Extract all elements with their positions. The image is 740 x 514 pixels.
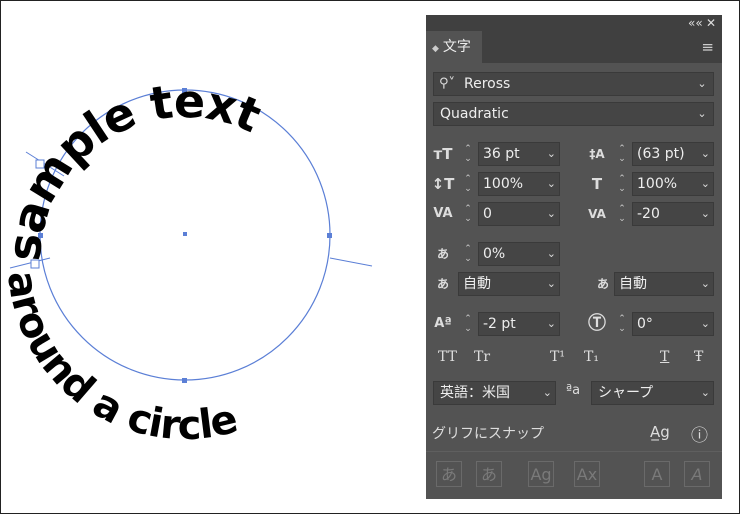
aki-left-icon: あ [436,277,449,291]
chevron-down-icon: ⌄ [697,107,707,120]
aki-left-value: 自動 [463,276,491,292]
anchor-point-bottom[interactable] [182,378,187,383]
chevron-down-icon: ⌄ [546,317,556,330]
glyph-snap-label: グリフにスナップ [432,426,544,442]
close-icon[interactable]: ✕ [706,15,716,31]
rotation-icon: Ⓣ [588,313,606,334]
aki-right-icon: あ [596,277,609,291]
horizontal-scale-stepper[interactable]: ⌃ ⌄ [616,172,628,196]
leading-stepper[interactable]: ⌃ ⌄ [616,142,628,166]
leading-value: (63 pt) [637,146,685,162]
snap-anchor-point-button[interactable]: A [684,461,710,487]
horizontal-scale-field[interactable]: 100% ⌄ [632,172,714,196]
baseline-shift-stepper[interactable]: ⌃ ⌄ [462,312,474,336]
anchor-point-right[interactable] [327,233,332,238]
tab-character[interactable]: ◆ 文字 [426,31,482,63]
font-size-stepper[interactable]: ⌃ ⌄ [462,142,474,166]
kerning-stepper[interactable]: ⌃ ⌄ [462,202,474,226]
aki-right-select[interactable]: 自動 ⌄ [614,272,714,296]
underline-button[interactable]: T [660,347,669,367]
info-icon[interactable]: ⓘ [691,421,708,446]
small-caps-button[interactable]: Tr [474,347,490,367]
subscript-button[interactable]: T₁ [584,347,599,367]
font-family-select[interactable]: ⚲˅ Reross ⌄ [433,72,714,96]
tracking-icon: VA [588,207,606,221]
baseline-shift-value: -2 pt [483,316,516,332]
character-panel: «« ✕ ◆ 文字 ≡ ⚲˅ Reross ⌄ Quadratic ⌄ ᴛT ⌃ ⌄… [426,15,722,499]
vertical-scale-stepper[interactable]: ⌃ ⌄ [462,172,474,196]
chevron-down-icon: ⌄ [700,277,710,290]
chevron-down-icon: ⌄ [697,77,707,90]
antialias-icon: ªa [566,383,581,398]
tsume-value: 0% [483,246,506,262]
snap-angular-guides-button[interactable]: A [644,461,670,487]
collapse-icon[interactable]: «« [688,15,703,31]
divider [426,451,722,452]
font-size-value: 36 pt [483,146,520,162]
tracking-field[interactable]: -20 ⌄ [632,202,714,226]
glyph-snap-settings-icon[interactable]: A̲g [650,423,670,441]
language-select[interactable]: 英語：米国 ⌄ [433,381,556,405]
tracking-stepper[interactable]: ⌃ ⌄ [616,202,628,226]
font-style-value: Quadratic [440,106,509,122]
baseline-shift-field[interactable]: -2 pt ⌄ [478,312,560,336]
leading-field[interactable]: (63 pt) ⌄ [632,142,714,166]
chevron-down-icon: ⌄ [700,177,710,190]
kerning-field[interactable]: 0 ⌄ [478,202,560,226]
tab-arrows-icon: ◆ [432,44,439,54]
chevron-down-icon: ⌄ [546,147,556,160]
tracking-value: -20 [637,206,660,222]
rotation-field[interactable]: 0° ⌄ [632,312,714,336]
rotation-value: 0° [637,316,653,332]
kerning-icon: VA [433,206,453,221]
leading-icon: ‡A [589,147,605,161]
artboard: sample text around a circle [0,74,373,449]
horizontal-scale-icon: T [591,175,603,193]
aki-right-value: 自動 [619,276,647,292]
vertical-scale-value: 100% [483,176,524,192]
snap-xheight-button[interactable]: あ [476,461,502,487]
strikethrough-button[interactable]: Ŧ [694,347,703,367]
chevron-down-icon: ⌄ [700,147,710,160]
rotation-stepper[interactable]: ⌃ ⌄ [616,312,628,336]
all-caps-button[interactable]: TT [438,347,457,367]
tsume-icon: あ [436,247,449,261]
chevron-down-icon: ⌄ [546,177,556,190]
chevron-down-icon: ⌄ [546,207,556,220]
text-on-path-bottom[interactable]: around a circle [0,268,242,449]
path-bracket-right[interactable] [329,257,373,267]
antialias-value: シャープ [598,385,654,401]
vertical-scale-field[interactable]: 100% ⌄ [478,172,560,196]
vertical-scale-icon: ↕T [431,175,455,193]
chevron-down-icon: ⌄ [546,277,556,290]
chevron-down-icon: ⌄ [546,247,556,260]
panel-menu-icon[interactable]: ≡ [701,38,714,56]
snap-baseline-button[interactable]: あ [436,461,462,487]
language-value: 英語：米国 [440,385,510,401]
chevron-down-icon: ⌄ [542,386,552,399]
tab-label: 文字 [442,39,471,55]
font-family-value: Reross [464,76,511,92]
font-size-field[interactable]: 36 pt ⌄ [478,142,560,166]
chevron-down-icon: ⌄ [700,317,710,330]
search-icon: ⚲˅ [439,76,456,91]
superscript-button[interactable]: T¹ [550,347,565,367]
font-style-select[interactable]: Quadratic ⌄ [433,102,714,126]
snap-glyph-bounds-button[interactable]: Ag [528,461,554,487]
tsume-stepper[interactable]: ⌃ ⌄ [462,242,474,266]
text-on-path-top[interactable]: sample text [0,74,269,263]
kerning-value: 0 [483,206,492,222]
horizontal-scale-value: 100% [637,176,678,192]
chevron-down-icon: ⌄ [700,207,710,220]
baseline-shift-icon: Aª [434,316,452,331]
snap-proximity-guides-button[interactable]: Ax [574,461,600,487]
antialias-select[interactable]: シャープ ⌄ [591,381,714,405]
panel-tab-row: ◆ 文字 ≡ [426,31,722,63]
center-point [183,232,187,236]
aki-left-select[interactable]: 自動 ⌄ [458,272,560,296]
chevron-down-icon: ⌄ [700,386,710,399]
tsume-field[interactable]: 0% ⌄ [478,242,560,266]
font-size-icon: ᴛT [433,145,453,163]
panel-title-bar[interactable]: «« ✕ [426,15,722,31]
